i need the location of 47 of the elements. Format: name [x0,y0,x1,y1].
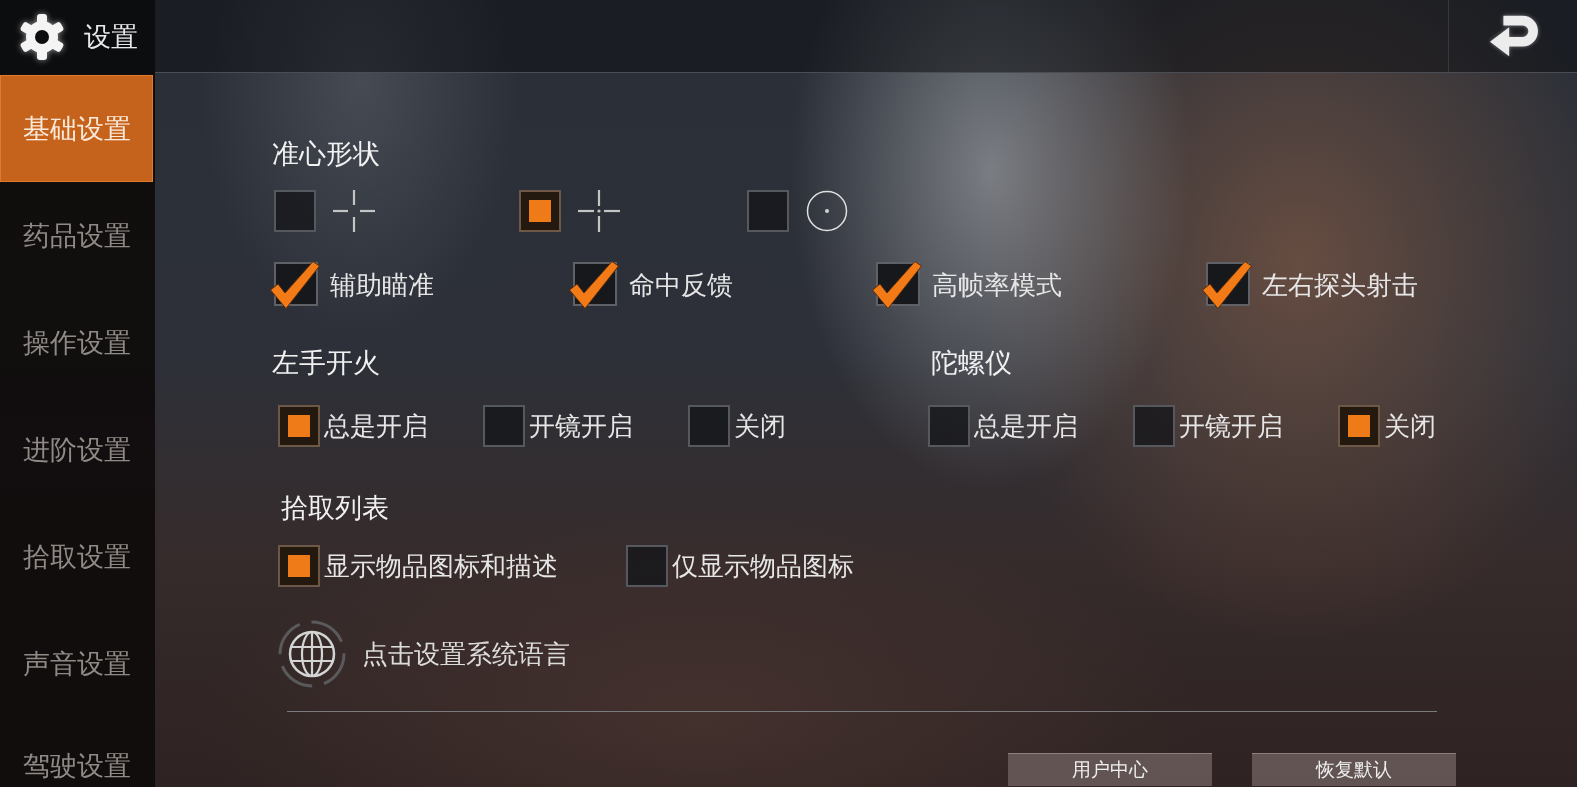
option-label: 关闭 [734,410,786,442]
globe-icon[interactable] [278,620,346,688]
user-center-button[interactable]: 用户中心 [1008,753,1212,786]
sidebar-tab[interactable]: 基础设置 [0,75,153,182]
page-title: 设置 [84,19,138,54]
checkbox-label: 辅助瞄准 [330,269,434,301]
option-label: 关闭 [1384,410,1436,442]
radio-button[interactable] [1133,405,1175,447]
radio-button[interactable] [626,545,668,587]
crosshair-icon [333,190,375,232]
settings-icon [18,12,66,61]
restore-defaults-button[interactable]: 恢复默认 [1252,753,1456,786]
radio-button[interactable] [274,190,316,232]
option-label: 仅显示物品图标 [672,550,854,582]
sidebar-tab[interactable]: 声音设置 [0,610,153,717]
option-label: 总是开启 [324,410,428,442]
radio-button[interactable] [688,405,730,447]
sidebar-tab[interactable]: 驾驶设置 [0,717,153,787]
option-label: 总是开启 [974,410,1078,442]
sidebar-tab[interactable]: 操作设置 [0,289,153,396]
radio-button[interactable] [747,190,789,232]
radio-button[interactable] [278,405,320,447]
radio-button[interactable] [278,545,320,587]
section-heading: 左手开火 [272,347,381,379]
checkbox-label: 高帧率模式 [932,269,1062,301]
checkbox-label: 左右探头射击 [1262,269,1418,301]
section-heading: 陀螺仪 [930,347,1013,379]
checkbox[interactable] [569,261,619,309]
radio-button[interactable] [519,190,561,232]
checkbox[interactable] [1202,261,1252,309]
section-heading: 拾取列表 [280,492,389,524]
option-label: 显示物品图标和描述 [324,550,558,582]
circle-crosshair-icon [806,190,848,232]
option-label: 开镜开启 [1179,410,1283,442]
section-heading: 准心形状 [272,138,381,170]
radio-button[interactable] [483,405,525,447]
sidebar-tab[interactable]: 药品设置 [0,182,153,289]
sidebar-tab[interactable]: 拾取设置 [0,503,153,610]
sidebar-tab[interactable]: 进阶设置 [0,396,153,503]
language-link[interactable]: 点击设置系统语言 [362,636,570,672]
radio-button[interactable] [928,405,970,447]
radio-button[interactable] [1338,405,1380,447]
option-label: 开镜开启 [529,410,633,442]
checkbox[interactable] [270,261,320,309]
checkbox-label: 命中反馈 [629,269,733,301]
checkbox[interactable] [872,261,922,309]
dotted-crosshair-icon [578,190,620,232]
